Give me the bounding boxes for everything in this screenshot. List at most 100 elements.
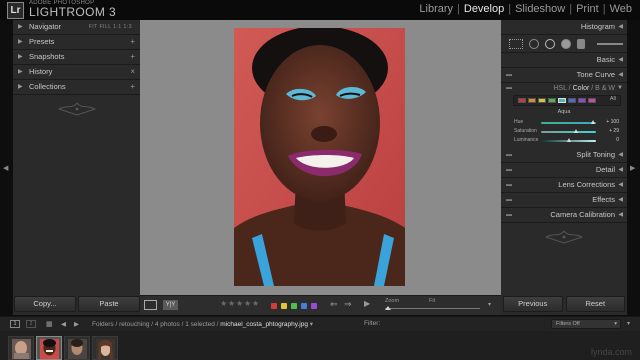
hue-slider[interactable] xyxy=(541,120,596,124)
panel-toggle-icon[interactable]: ▬ xyxy=(506,178,512,192)
secondary-screen-button[interactable]: 2 xyxy=(26,320,36,328)
split-toning-header[interactable]: ▬ Split Toning ◀ xyxy=(501,148,627,163)
crop-tool-icon[interactable] xyxy=(509,38,523,49)
module-develop[interactable]: Develop xyxy=(464,3,504,15)
add-collection-icon[interactable]: + xyxy=(130,80,135,94)
paste-settings-button[interactable]: Paste xyxy=(78,296,140,312)
tab-hsl[interactable]: HSL xyxy=(553,85,566,92)
filmstrip-thumbnail-selected[interactable] xyxy=(36,336,62,360)
copy-settings-button[interactable]: Copy... xyxy=(14,296,76,312)
zoom-slider[interactable] xyxy=(385,306,480,310)
color-swatch-row: All xyxy=(513,95,621,106)
star-rating-3[interactable]: ★ xyxy=(236,299,243,308)
grid-view-icon[interactable]: ▦ xyxy=(46,320,53,328)
zoom-slider-thumb[interactable] xyxy=(385,306,391,310)
saturation-slider[interactable] xyxy=(541,129,596,133)
lens-corrections-header[interactable]: ▬ Lens Corrections ◀ xyxy=(501,178,627,193)
selected-filename: michael_costa_phtography.jpg xyxy=(220,321,308,328)
filter-preset-select[interactable]: Filters Off ▾ xyxy=(551,319,621,329)
panel-toggle-icon[interactable]: ▬ xyxy=(506,208,512,222)
detail-header[interactable]: ▬ Detail ◀ xyxy=(501,163,627,178)
before-after-view-icon[interactable]: Y|Y xyxy=(163,300,178,310)
color-swatch-purple[interactable] xyxy=(578,98,586,103)
hue-value[interactable]: + 100 xyxy=(606,119,619,125)
all-colors-button[interactable]: All xyxy=(610,96,616,102)
color-label-green[interactable] xyxy=(291,303,297,309)
source-path[interactable]: Folders / retouching / 4 photos / 1 sele… xyxy=(92,320,313,328)
loupe-view-icon[interactable] xyxy=(144,300,157,310)
filmstrip-thumbnail[interactable] xyxy=(92,336,118,360)
next-photo-icon[interactable]: ⇒ xyxy=(344,299,352,310)
color-swatch-blue[interactable] xyxy=(568,98,576,103)
tab-separator: / xyxy=(568,85,571,92)
add-preset-icon[interactable]: + xyxy=(130,35,135,49)
red-eye-tool-icon[interactable] xyxy=(545,38,555,49)
tone-curve-header[interactable]: ▬ Tone Curve ◀ xyxy=(501,68,627,83)
color-swatch-magenta[interactable] xyxy=(588,98,596,103)
color-swatch-red[interactable] xyxy=(518,98,526,103)
saturation-slider-thumb[interactable] xyxy=(574,129,579,133)
color-swatch-aqua[interactable] xyxy=(558,98,566,103)
star-rating-2[interactable]: ★ xyxy=(228,299,235,308)
previous-photo-icon[interactable]: ⇐ xyxy=(330,299,338,310)
add-snapshot-icon[interactable]: + xyxy=(130,50,135,64)
color-swatch-yellow[interactable] xyxy=(538,98,546,103)
spot-removal-tool-icon[interactable] xyxy=(529,38,539,49)
panel-toggle-icon[interactable]: ▬ xyxy=(506,83,512,94)
module-slideshow[interactable]: Slideshow xyxy=(515,3,565,15)
saturation-value[interactable]: + 29 xyxy=(609,128,619,134)
luminance-value[interactable]: 0 xyxy=(616,137,619,143)
tab-bw[interactable]: B & W xyxy=(595,85,615,92)
clear-history-icon[interactable]: × xyxy=(130,65,135,79)
source-menu-icon[interactable]: ▾ xyxy=(310,321,313,328)
portrait-photo xyxy=(234,28,405,286)
right-panel-collapse-icon[interactable]: ▶ xyxy=(630,164,635,172)
main-screen-button[interactable]: 1 xyxy=(10,320,20,328)
star-rating-4[interactable]: ★ xyxy=(244,299,251,308)
history-header[interactable]: ▶ History × xyxy=(13,65,140,80)
panel-toggle-icon[interactable]: ▬ xyxy=(506,193,512,207)
previous-button[interactable]: Previous xyxy=(503,296,563,312)
snapshots-header[interactable]: ▶ Snapshots + xyxy=(13,50,140,65)
star-rating-5[interactable]: ★ xyxy=(252,299,259,308)
histogram-header[interactable]: Histogram ◀ xyxy=(501,20,627,35)
adjustment-brush-icon[interactable] xyxy=(577,38,585,49)
filmstrip-collapse-icon[interactable]: ▾ xyxy=(627,320,630,327)
tool-slider-icon[interactable] xyxy=(597,42,623,45)
collections-header[interactable]: ▶ Collections + xyxy=(13,80,140,95)
forward-arrow-icon[interactable]: ▶ xyxy=(74,320,79,328)
image-canvas[interactable] xyxy=(140,20,501,295)
luminance-slider[interactable] xyxy=(541,138,596,142)
play-impromptu-slideshow-icon[interactable]: ▶ xyxy=(364,299,370,308)
filmstrip-thumbnail[interactable] xyxy=(64,336,90,360)
basic-header[interactable]: Basic ◀ xyxy=(501,53,627,68)
star-rating-1[interactable]: ★ xyxy=(220,299,227,308)
color-swatch-orange[interactable] xyxy=(528,98,536,103)
luminance-slider-thumb[interactable] xyxy=(566,138,571,142)
tab-color[interactable]: Color xyxy=(573,85,590,92)
left-panel-collapse-icon[interactable]: ◀ xyxy=(3,164,8,172)
presets-header[interactable]: ▶ Presets + xyxy=(13,35,140,50)
module-library[interactable]: Library xyxy=(419,3,453,15)
panel-toggle-icon[interactable]: ▬ xyxy=(506,148,512,162)
graduated-filter-icon[interactable] xyxy=(561,38,571,49)
module-print[interactable]: Print xyxy=(576,3,599,15)
color-label-purple[interactable] xyxy=(311,303,317,309)
navigator-zoom-options[interactable]: FIT FILL 1:1 1:3 xyxy=(89,20,132,34)
effects-header[interactable]: ▬ Effects ◀ xyxy=(501,193,627,208)
toolbar-menu-icon[interactable]: ▾ xyxy=(488,301,491,308)
watermark: lynda.com xyxy=(590,347,632,357)
module-web[interactable]: Web xyxy=(610,3,632,15)
reset-button[interactable]: Reset xyxy=(565,296,625,312)
panel-toggle-icon[interactable]: ▬ xyxy=(506,163,512,177)
camera-calibration-header[interactable]: ▬ Camera Calibration ◀ xyxy=(501,208,627,223)
panel-toggle-icon[interactable]: ▬ xyxy=(506,68,512,82)
color-label-blue[interactable] xyxy=(301,303,307,309)
filmstrip-thumbnail[interactable] xyxy=(8,336,34,360)
color-label-red[interactable] xyxy=(271,303,277,309)
hue-slider-thumb[interactable] xyxy=(591,120,596,124)
color-swatch-green[interactable] xyxy=(548,98,556,103)
color-label-yellow[interactable] xyxy=(281,303,287,309)
navigator-header[interactable]: ▶ Navigator FIT FILL 1:1 1:3 xyxy=(13,20,140,35)
back-arrow-icon[interactable]: ◀ xyxy=(61,320,66,328)
